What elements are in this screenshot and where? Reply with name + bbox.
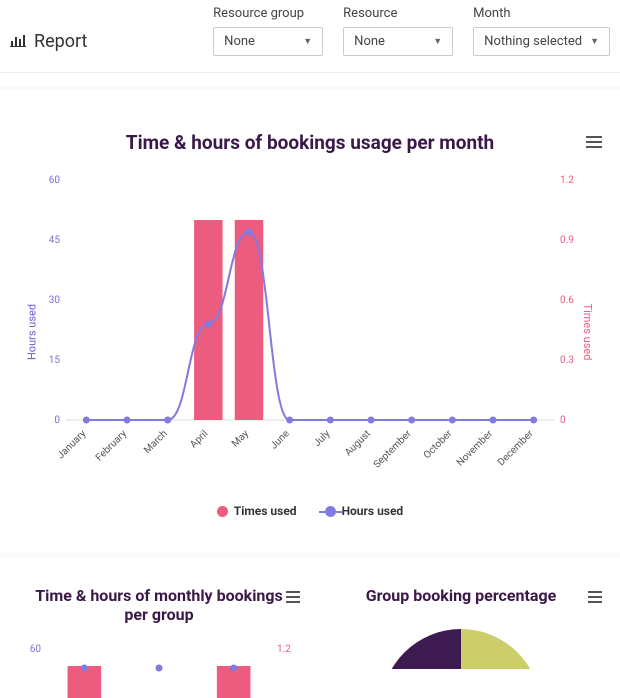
resource-group-dropdown[interactable]: None ▼ <box>213 27 323 56</box>
svg-text:1.2: 1.2 <box>560 175 574 186</box>
filter-resource: Resource None ▼ <box>343 6 453 56</box>
chart-legend: Times used Hours used <box>0 504 620 552</box>
svg-text:1.2: 1.2 <box>277 644 291 655</box>
svg-text:December: December <box>496 428 536 468</box>
bottom-charts-row: Time & hours of monthly bookings per gro… <box>0 552 620 698</box>
svg-text:June: June <box>269 428 292 451</box>
bottom-left-panel: Time & hours of monthly bookings per gro… <box>14 586 304 698</box>
main-chart-section: Time & hours of bookings usage per month… <box>0 85 620 552</box>
legend-hours: Hours used <box>325 504 404 518</box>
bottom-right-chart <box>316 619 606 669</box>
svg-text:October: October <box>422 428 455 461</box>
pie-svg <box>371 619 551 669</box>
header-row: Report Resource group None ▼ Resource No… <box>0 0 620 73</box>
svg-text:45: 45 <box>49 235 61 246</box>
legend-swatch-line <box>325 506 336 517</box>
svg-text:July: July <box>312 428 333 449</box>
y-left-axis-label: Hours used <box>26 304 39 360</box>
svg-text:August: August <box>343 428 373 458</box>
filter-label: Resource group <box>213 6 323 21</box>
bottom-left-chart: 601.2 <box>14 638 304 698</box>
svg-text:November: November <box>455 428 496 469</box>
filter-label: Month <box>473 6 610 21</box>
mini-plot-svg: 601.2 <box>14 638 304 698</box>
svg-text:0.6: 0.6 <box>560 295 574 306</box>
filter-label: Resource <box>343 6 453 21</box>
svg-text:30: 30 <box>49 295 61 306</box>
dropdown-value: Nothing selected <box>484 34 582 49</box>
svg-text:March: March <box>142 428 170 456</box>
svg-text:September: September <box>372 428 415 471</box>
main-plot-svg: 0 15 30 45 60 0 0.3 0.6 0.9 1.2 JanuaryFebruary Mar… <box>34 172 586 492</box>
bottom-right-panel: Group booking percentage <box>316 586 606 698</box>
chevron-down-icon: ▼ <box>590 36 599 47</box>
y-right-axis-label: Times used <box>581 304 594 361</box>
svg-text:May: May <box>230 428 251 449</box>
chart-menu-button[interactable] <box>286 588 300 606</box>
chart-title: Time & hours of monthly bookings per gro… <box>14 586 304 624</box>
svg-text:15: 15 <box>49 355 61 366</box>
svg-text:February: February <box>94 428 129 463</box>
dropdown-value: None <box>354 34 385 49</box>
svg-text:0.3: 0.3 <box>560 355 574 366</box>
chart-title: Time & hours of bookings usage per month <box>24 131 596 154</box>
legend-swatch-bar <box>217 506 228 517</box>
month-dropdown[interactable]: Nothing selected ▼ <box>473 27 610 56</box>
main-chart: Hours used Times used 01530456000.30.60.… <box>34 172 586 492</box>
legend-label: Hours used <box>342 504 404 518</box>
chevron-down-icon: ▼ <box>303 36 312 47</box>
svg-text:0.9: 0.9 <box>560 235 574 246</box>
bar-chart-icon <box>10 32 26 52</box>
chevron-down-icon: ▼ <box>433 36 442 47</box>
svg-text:60: 60 <box>49 175 61 186</box>
chart-menu-button[interactable] <box>586 133 602 151</box>
filter-resource-group: Resource group None ▼ <box>213 6 323 56</box>
chart-title: Group booking percentage <box>316 586 606 605</box>
filter-month: Month Nothing selected ▼ <box>473 6 610 56</box>
svg-text:0: 0 <box>54 415 60 426</box>
dropdown-value: None <box>224 34 255 49</box>
legend-times: Times used <box>217 504 297 518</box>
svg-text:60: 60 <box>30 644 42 655</box>
legend-label: Times used <box>234 504 297 518</box>
report-title-wrap: Report <box>10 31 87 56</box>
svg-text:April: April <box>188 428 210 450</box>
chart-menu-button[interactable] <box>588 588 602 606</box>
page-title: Report <box>34 31 87 52</box>
svg-text:January: January <box>55 428 88 461</box>
resource-dropdown[interactable]: None ▼ <box>343 27 453 56</box>
svg-text:0: 0 <box>560 415 566 426</box>
